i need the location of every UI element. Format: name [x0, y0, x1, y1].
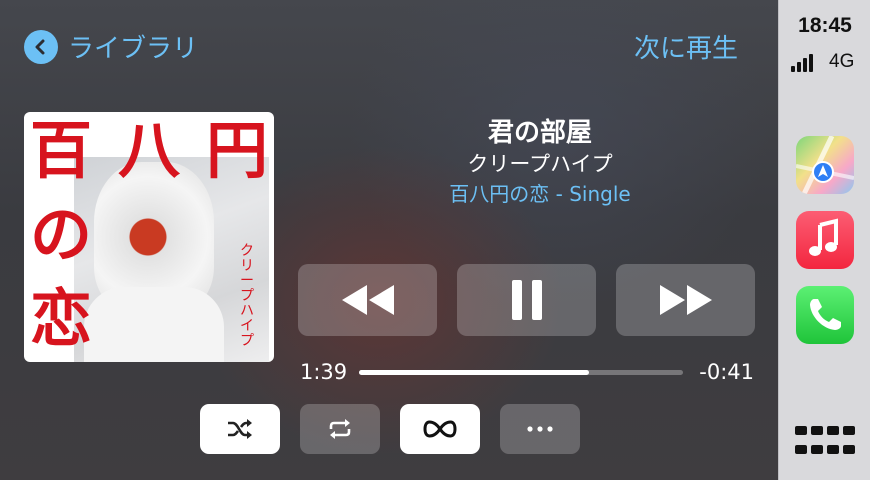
network-type: 4G: [829, 51, 855, 72]
ellipsis-icon: [527, 426, 553, 432]
shuffle-icon: [228, 419, 252, 439]
artwork-shirt-figure: [84, 287, 224, 362]
carplay-sidebar: 18:45 4G: [778, 0, 870, 480]
autoplay-infinity-button[interactable]: [400, 404, 480, 454]
track-title: 君の部屋: [487, 118, 592, 148]
status-clock: 18:45: [798, 14, 852, 37]
cellular-signal-icon: [791, 52, 815, 72]
now-playing-screen: ライブラリ 次に再生 百 八 円 の 恋 クリープハイプ 君の部屋 クリープハイ…: [0, 0, 778, 480]
pause-icon: [511, 280, 542, 320]
artwork-title-char: 恋: [30, 282, 93, 355]
back-label: ライブラリ: [68, 34, 199, 64]
elapsed-time: 1:39: [300, 360, 348, 384]
artwork-title-char: 百: [30, 114, 93, 187]
next-track-button[interactable]: [616, 264, 755, 336]
artwork-title-char: の: [30, 198, 93, 271]
fast-forward-icon: [659, 285, 712, 315]
track-artist: クリープハイプ: [467, 152, 613, 176]
phone-icon[interactable]: [796, 286, 854, 344]
music-icon[interactable]: [796, 211, 854, 269]
artwork-title-char: 八: [118, 114, 181, 187]
artwork-title-char: 円: [206, 114, 269, 187]
shuffle-button[interactable]: [200, 404, 280, 454]
remaining-time: -0:41: [699, 360, 754, 384]
repeat-button[interactable]: [300, 404, 380, 454]
artwork-artist-text: クリープハイプ: [240, 243, 254, 349]
back-to-library-button[interactable]: ライブラリ: [24, 28, 198, 65]
album-artwork: 百 八 円 の 恋 クリープハイプ: [24, 112, 274, 362]
app-grid-icon[interactable]: [795, 426, 855, 460]
chevron-left-icon: [24, 29, 58, 64]
up-next-button[interactable]: 次に再生: [634, 28, 738, 65]
infinity-icon: [423, 420, 457, 438]
track-album-link[interactable]: 百八円の恋 - Single: [310, 178, 770, 207]
progress-fill: [359, 370, 590, 375]
repeat-icon: [329, 419, 351, 439]
previous-track-button[interactable]: [298, 264, 437, 336]
more-options-button[interactable]: [500, 404, 580, 454]
rewind-icon: [341, 285, 394, 315]
pause-button[interactable]: [457, 264, 596, 336]
progress-bar[interactable]: [359, 370, 683, 375]
maps-icon[interactable]: [796, 136, 854, 194]
